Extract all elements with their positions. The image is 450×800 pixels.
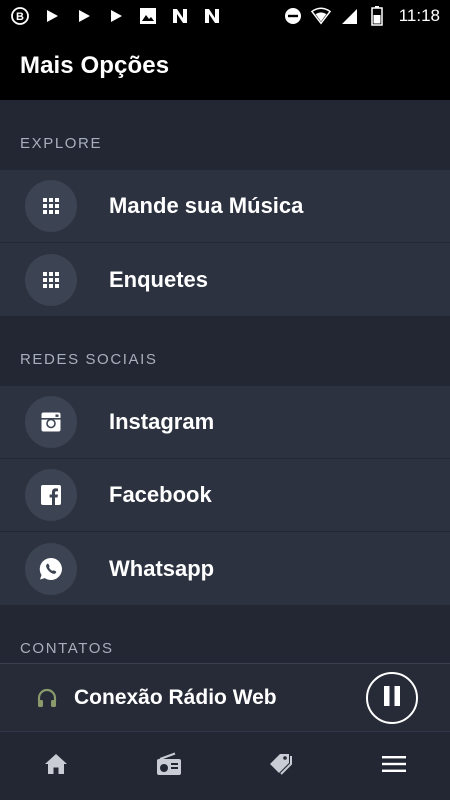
grid-icon bbox=[25, 253, 77, 306]
whatsapp-icon bbox=[25, 542, 77, 595]
mini-player[interactable]: Conexão Rádio Web bbox=[0, 663, 450, 731]
player-station-title: Conexão Rádio Web bbox=[74, 685, 277, 709]
page-title: Mais Opções bbox=[20, 52, 170, 79]
wifi-icon bbox=[310, 6, 331, 26]
image-icon bbox=[138, 6, 158, 26]
play-icon bbox=[42, 6, 62, 26]
svg-text:B: B bbox=[16, 11, 24, 23]
pause-button[interactable] bbox=[366, 672, 418, 724]
nav-radio[interactable] bbox=[113, 732, 226, 800]
section-header-redes-sociais: REDES SOCIAIS bbox=[20, 351, 158, 368]
menu-item-facebook[interactable]: Facebook bbox=[0, 459, 450, 532]
n-app-icon bbox=[170, 6, 190, 26]
play-icon bbox=[106, 6, 126, 26]
menu-item-enquetes[interactable]: Enquetes bbox=[0, 243, 450, 316]
radio-icon bbox=[156, 752, 182, 781]
status-bar: B 11:18 bbox=[0, 0, 450, 32]
menu-item-label: Mande sua Música bbox=[109, 193, 304, 218]
status-bar-notifications: B bbox=[10, 6, 222, 26]
nav-home[interactable] bbox=[0, 732, 113, 800]
facebook-icon bbox=[25, 469, 77, 521]
section-header-contatos: CONTATOS bbox=[20, 640, 114, 657]
section-redes-sociais: Instagram Facebook Whatsapp bbox=[0, 386, 450, 605]
play-icon bbox=[74, 6, 94, 26]
bottom-navigation bbox=[0, 731, 450, 800]
menu-item-label: Instagram bbox=[109, 409, 215, 434]
menu-item-label: Whatsapp bbox=[109, 555, 215, 581]
status-time: 11:18 bbox=[398, 6, 440, 25]
menu-item-whatsapp[interactable]: Whatsapp bbox=[0, 532, 450, 605]
home-icon bbox=[44, 753, 68, 780]
menu-item-label: Enquetes bbox=[109, 266, 209, 292]
nav-menu[interactable] bbox=[338, 732, 450, 800]
status-bar-system: 11:18 bbox=[283, 6, 440, 26]
options-list[interactable]: EXPLORE Mande sua Música Enquetes REDES … bbox=[0, 100, 450, 663]
menu-item-mande-sua-musica[interactable]: Mande sua Música bbox=[0, 170, 450, 243]
app-bar: Mais Opções bbox=[0, 32, 450, 100]
nav-tags[interactable] bbox=[225, 732, 338, 800]
n-app-icon bbox=[202, 6, 222, 26]
signal-icon bbox=[339, 6, 359, 26]
b-notification-icon: B bbox=[10, 6, 30, 26]
pause-icon bbox=[382, 685, 402, 712]
tag-icon bbox=[267, 751, 295, 782]
do-not-disturb-icon bbox=[283, 6, 303, 26]
headphones-icon bbox=[36, 687, 58, 709]
grid-icon bbox=[25, 180, 77, 232]
battery-icon bbox=[367, 6, 387, 26]
menu-icon bbox=[381, 755, 406, 778]
menu-item-instagram[interactable]: Instagram bbox=[0, 386, 450, 459]
menu-item-label: Facebook bbox=[109, 482, 212, 507]
section-explore: Mande sua Música Enquetes bbox=[0, 170, 450, 316]
instagram-icon bbox=[25, 396, 77, 448]
section-header-explore: EXPLORE bbox=[20, 135, 103, 152]
